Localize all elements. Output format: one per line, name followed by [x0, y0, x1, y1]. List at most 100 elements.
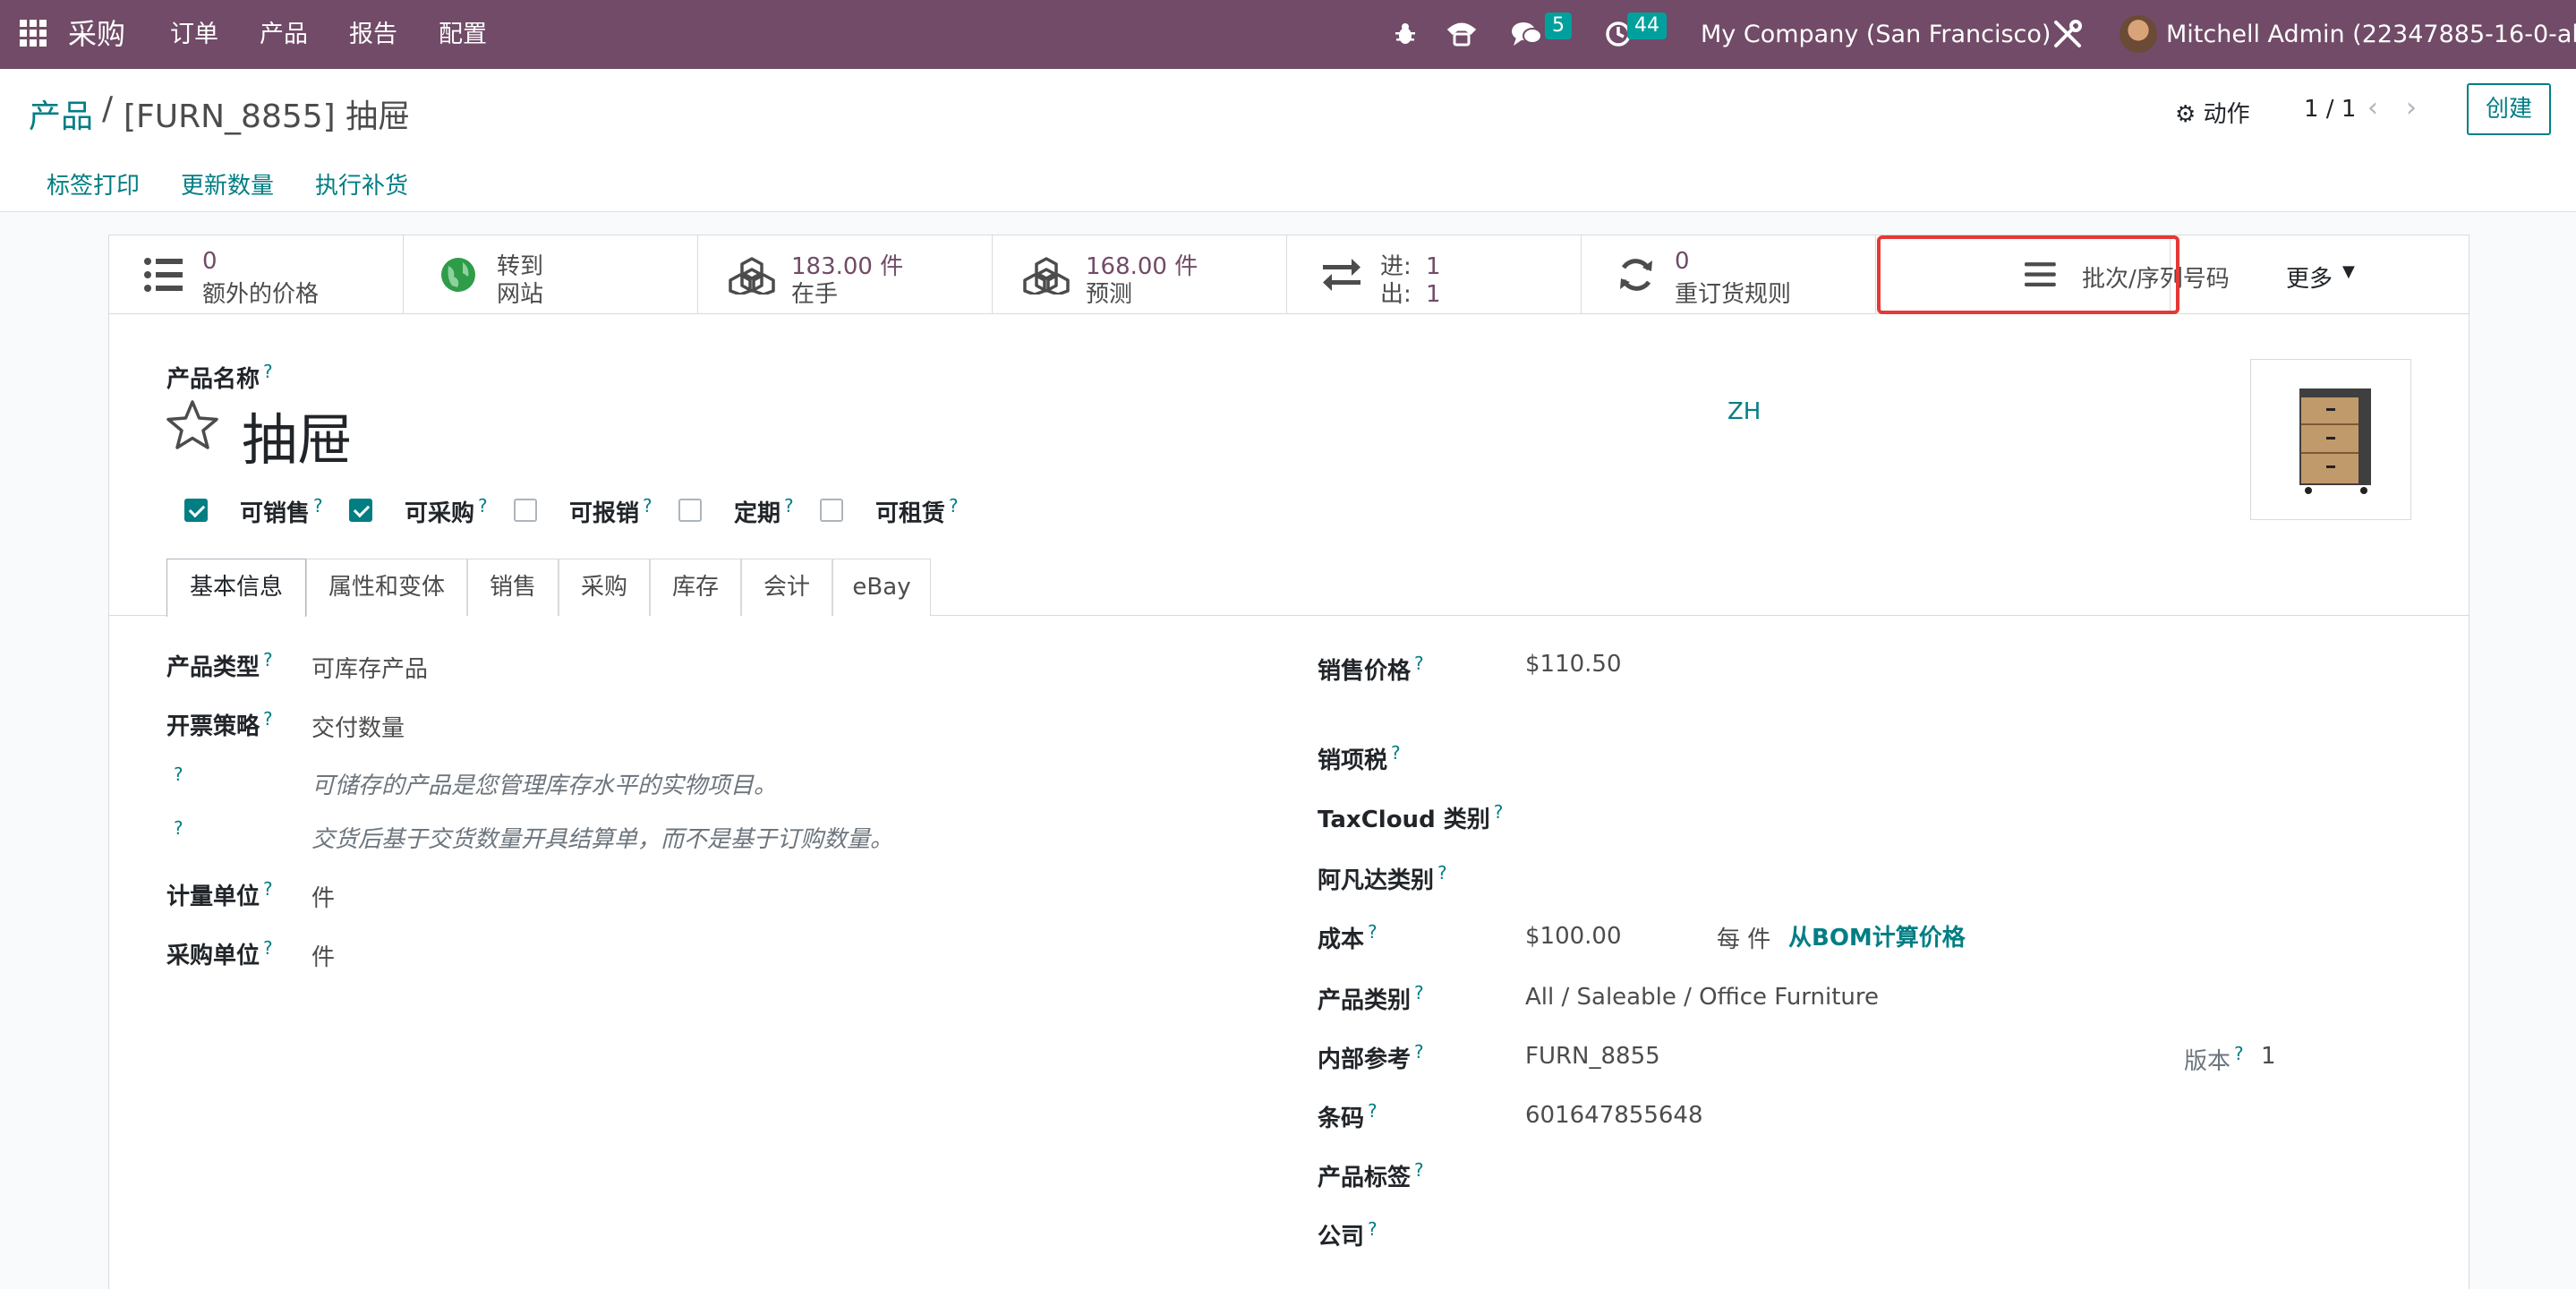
help-icon[interactable]: ?	[1368, 921, 1378, 943]
sale-price-field[interactable]: $110.50	[1525, 651, 1622, 678]
user-menu[interactable]: Mitchell Admin (22347885-16-0-all)	[2166, 0, 2576, 69]
extra-prices-button[interactable]: 0 额外的价格	[109, 235, 404, 314]
pager-next-icon[interactable]: ›	[2406, 92, 2417, 124]
internal-ref-field[interactable]: FURN_8855	[1525, 1043, 1660, 1070]
forecast-label: 预测	[1086, 281, 1133, 308]
reordering-rules-button[interactable]: 0 重订货规则	[1582, 235, 1876, 314]
messages-icon[interactable]	[1511, 20, 1543, 52]
help-icon[interactable]: ?	[263, 361, 273, 382]
tab-ebay[interactable]: eBay	[832, 559, 931, 616]
taxes-label: 销项税	[1318, 747, 1388, 774]
product-name[interactable]: 抽屉	[242, 395, 353, 475]
language-button[interactable]: ZH	[1727, 398, 1761, 425]
help-icon[interactable]: ?	[949, 495, 959, 516]
tab-inventory[interactable]: 库存	[650, 559, 741, 616]
can-be-purchased-checkbox[interactable]	[349, 499, 372, 522]
menu-products[interactable]: 产品	[260, 0, 308, 69]
can-be-expensed-checkbox[interactable]	[514, 499, 537, 522]
tab-sales[interactable]: 销售	[467, 559, 559, 616]
avatar[interactable]	[2120, 15, 2157, 53]
menu-config[interactable]: 配置	[439, 0, 487, 69]
more-label: 更多	[2286, 266, 2333, 293]
help-icon[interactable]: ?	[263, 708, 273, 730]
help-icon[interactable]: ?	[784, 495, 794, 516]
on-hand-button[interactable]: 183.00 件 在手	[698, 235, 993, 314]
help-icon[interactable]: ?	[1414, 1041, 1424, 1063]
help-icon[interactable]: ?	[2234, 1043, 2244, 1064]
replenish-button[interactable]: 执行补货	[315, 167, 408, 201]
can-be-purchased-label: 可采购	[405, 500, 475, 527]
print-labels-button[interactable]: 标签打印	[47, 167, 140, 201]
help-icon[interactable]: ?	[1391, 742, 1401, 764]
help-icon[interactable]: ?	[174, 764, 183, 785]
recurring-label: 定期	[734, 500, 781, 527]
go-to-website-button[interactable]: 转到 网站	[404, 235, 698, 314]
help-icon[interactable]: ?	[1414, 982, 1424, 1003]
purchase-uom-field[interactable]: 件	[311, 939, 335, 972]
help-icon[interactable]: ?	[1437, 862, 1447, 884]
menu-reports[interactable]: 报告	[349, 0, 397, 69]
help-icon[interactable]: ?	[1368, 1218, 1378, 1240]
can-be-rented-checkbox[interactable]	[820, 499, 843, 522]
breadcrumb-products[interactable]: 产品	[29, 90, 93, 137]
invoice-policy-label: 开票策略	[166, 713, 260, 740]
purchase-uom-label: 采购单位	[166, 943, 260, 969]
app-name[interactable]: 采购	[68, 0, 125, 69]
can-be-sold-checkbox[interactable]	[184, 499, 208, 522]
highlight-box	[1877, 235, 2179, 314]
barcode-field[interactable]: 601647855648	[1525, 1102, 1703, 1129]
help-icon[interactable]: ?	[174, 817, 183, 839]
reordering-label: 重订货规则	[1675, 281, 1792, 308]
uom-field[interactable]: 件	[311, 880, 335, 913]
product-type-field[interactable]: 可库存产品	[311, 651, 428, 684]
gear-icon: ⚙	[2175, 101, 2196, 128]
on-hand-label: 在手	[791, 281, 839, 308]
menu-orders[interactable]: 订单	[170, 0, 218, 69]
invoice-policy-field[interactable]: 交付数量	[311, 710, 405, 743]
company-switcher[interactable]: My Company (San Francisco)	[1701, 0, 2051, 69]
taxcloud-label: TaxCloud 类别	[1318, 807, 1490, 833]
apps-grid-icon[interactable]	[20, 20, 47, 47]
reordering-value: 0	[1675, 248, 1690, 275]
pager[interactable]: 1 / 1	[2304, 96, 2356, 123]
help-icon[interactable]: ?	[263, 937, 273, 959]
extra-prices-value: 0	[202, 248, 218, 275]
in-out-button[interactable]: 进: 1 出: 1	[1287, 235, 1582, 314]
bug-icon[interactable]	[1393, 21, 1418, 50]
help-icon[interactable]: ?	[1494, 801, 1504, 823]
update-quantity-button[interactable]: 更新数量	[181, 167, 274, 201]
notebook-tabs: 基本信息 属性和变体 销售 采购 库存 会计 eBay	[109, 559, 2469, 617]
help-icon[interactable]: ?	[263, 878, 273, 900]
pager-prev-icon[interactable]: ‹	[2367, 92, 2378, 124]
category-field[interactable]: All / Saleable / Office Furniture	[1525, 984, 1879, 1011]
version-field[interactable]: 1	[2261, 1043, 2276, 1070]
action-label: 动作	[2203, 101, 2250, 128]
help-icon[interactable]: ?	[643, 495, 653, 516]
help-icon[interactable]: ?	[263, 649, 273, 670]
tab-attributes-variants[interactable]: 属性和变体	[306, 559, 467, 616]
phone-icon[interactable]	[1446, 20, 1477, 52]
help-icon[interactable]: ?	[1414, 653, 1424, 674]
product-type-hint: 可储存的产品是您管理库存水平的实物项目。	[311, 773, 778, 799]
help-icon[interactable]: ?	[1414, 1159, 1424, 1181]
tab-accounting[interactable]: 会计	[741, 559, 832, 616]
invoice-policy-hint: 交货后基于交货数量开具结算单，而不是基于订购数量。	[311, 826, 894, 853]
help-icon[interactable]: ?	[478, 495, 488, 516]
refresh-icon	[1620, 259, 1652, 291]
help-icon[interactable]: ?	[313, 495, 323, 516]
product-image[interactable]	[2250, 359, 2411, 520]
tab-general-info[interactable]: 基本信息	[166, 559, 306, 617]
recurring-checkbox[interactable]	[678, 499, 702, 522]
compute-bom-price-button[interactable]: 从BOM计算价格	[1788, 919, 1966, 952]
forecast-button[interactable]: 168.00 件 预测	[993, 235, 1287, 314]
action-menu[interactable]: ⚙ 动作	[2175, 96, 2250, 129]
tab-purchase[interactable]: 采购	[559, 559, 650, 616]
tools-icon[interactable]	[2051, 18, 2084, 54]
cost-unit: 每 件	[1717, 926, 1771, 953]
product-tags-label: 产品标签	[1318, 1165, 1412, 1191]
create-button[interactable]: 创建	[2467, 83, 2551, 135]
help-icon[interactable]: ?	[1368, 1100, 1378, 1122]
favorite-star-icon[interactable]	[165, 398, 220, 456]
cost-field[interactable]: $100.00	[1525, 923, 1622, 950]
more-button[interactable]: 更多 ▼	[2171, 235, 2469, 314]
